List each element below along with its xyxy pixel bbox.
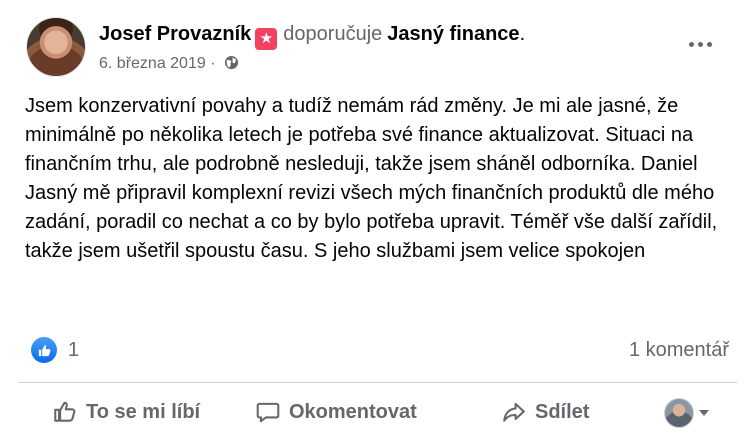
like-reaction-icon[interactable] — [31, 337, 57, 363]
comment-label: Okomentovat — [289, 400, 417, 423]
post-text: Jsem konzervativní povahy a tudíž nemám … — [25, 95, 718, 262]
globe-icon — [224, 55, 239, 70]
page-name-link[interactable]: Jasný finance — [387, 23, 519, 45]
thumbs-up-icon — [54, 401, 76, 422]
like-button[interactable]: To se mi líbí — [52, 395, 200, 429]
header-period: . — [519, 23, 526, 45]
user-avatar — [664, 398, 694, 428]
post-card: Josef Provazník ★ doporučuje Jasný finance.… — [0, 0, 755, 442]
post-header: Josef Provazník ★ doporučuje Jasný finance. — [99, 21, 525, 50]
chevron-down-icon — [699, 410, 709, 416]
like-count[interactable]: 1 — [68, 338, 79, 362]
author-avatar[interactable] — [26, 17, 86, 77]
post-date[interactable]: 6. března 2019 — [99, 55, 206, 72]
recommend-star-icon: ★ — [255, 28, 278, 50]
recommend-verb: doporučuje — [283, 23, 383, 45]
comment-icon — [256, 402, 280, 423]
more-options-icon[interactable] — [689, 34, 717, 54]
divider — [18, 382, 737, 383]
author-name[interactable]: Josef Provazník — [99, 23, 251, 45]
like-label: To se mi líbí — [86, 400, 201, 423]
comment-count[interactable]: 1 komentář — [629, 338, 729, 362]
share-label: Sdílet — [535, 400, 590, 423]
meta-separator: · — [210, 55, 216, 72]
share-button[interactable]: Sdílet — [501, 395, 589, 429]
comment-button[interactable]: Okomentovat — [255, 395, 417, 429]
share-icon — [503, 402, 525, 422]
post-meta: 6. března 2019 · — [99, 53, 239, 75]
react-as-selector[interactable] — [664, 398, 709, 428]
